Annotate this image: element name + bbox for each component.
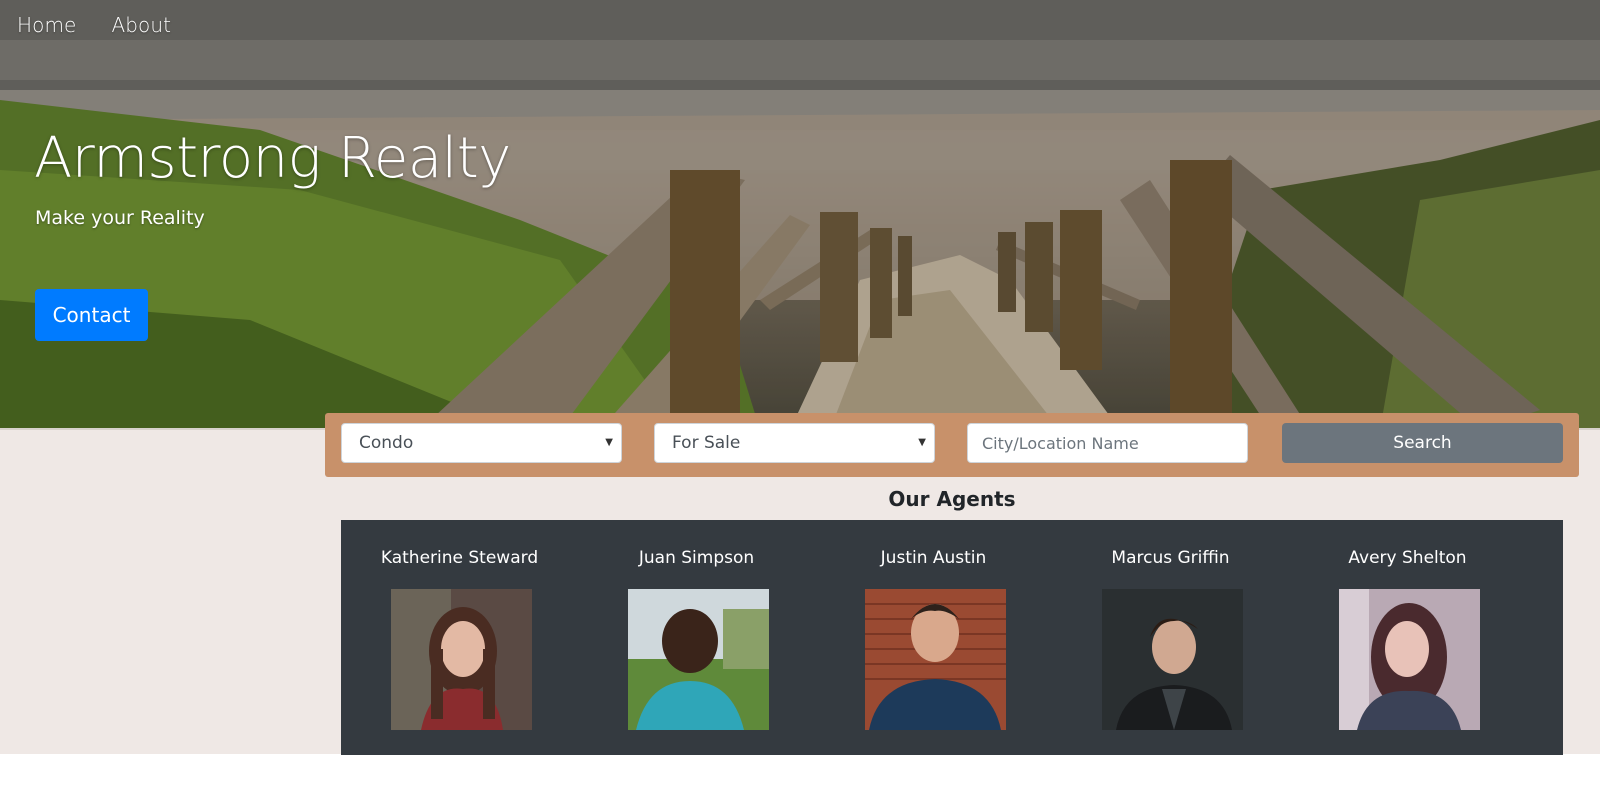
agent-name: Justin Austin (880, 548, 987, 568)
agent-card: Marcus Griffin (1052, 520, 1289, 730)
agent-photo (1339, 589, 1480, 730)
agent-photo (865, 589, 1006, 730)
hero-background-image (0, 0, 1600, 430)
agents-panel: Katherine Steward Juan Simpson Justin Au… (341, 520, 1563, 755)
property-type-selected: Condo (359, 433, 414, 453)
agent-card: Avery Shelton (1289, 520, 1526, 730)
agent-card: Juan Simpson (578, 520, 815, 730)
hero-banner: Home About Armstrong Realty Make your Re… (0, 0, 1600, 430)
listing-status-select[interactable]: For Sale ▼ (654, 423, 935, 463)
agent-photo (1102, 589, 1243, 730)
contact-button[interactable]: Contact (35, 289, 148, 341)
property-type-select[interactable]: Condo ▼ (341, 423, 622, 463)
top-nav: Home About (17, 13, 171, 37)
nav-link-about[interactable]: About (111, 13, 171, 37)
chevron-down-icon: ▼ (605, 437, 613, 448)
search-button[interactable]: Search (1282, 423, 1563, 463)
agent-card: Katherine Steward (341, 520, 578, 730)
property-search-bar: Condo ▼ For Sale ▼ Search (325, 413, 1579, 477)
site-tagline: Make your Reality (35, 207, 205, 229)
agent-photo (391, 589, 532, 730)
nav-link-home[interactable]: Home (17, 13, 76, 37)
agent-name: Marcus Griffin (1111, 548, 1230, 568)
chevron-down-icon: ▼ (918, 437, 926, 448)
listing-status-selected: For Sale (672, 433, 741, 453)
agent-name: Juan Simpson (638, 548, 755, 568)
site-title: Armstrong Realty (34, 126, 511, 191)
agent-card: Justin Austin (815, 520, 1052, 730)
agent-name: Katherine Steward (380, 548, 539, 568)
location-input[interactable] (967, 423, 1248, 463)
agent-name: Avery Shelton (1348, 548, 1467, 568)
agent-photo (628, 589, 769, 730)
agents-heading: Our Agents (888, 487, 1016, 511)
